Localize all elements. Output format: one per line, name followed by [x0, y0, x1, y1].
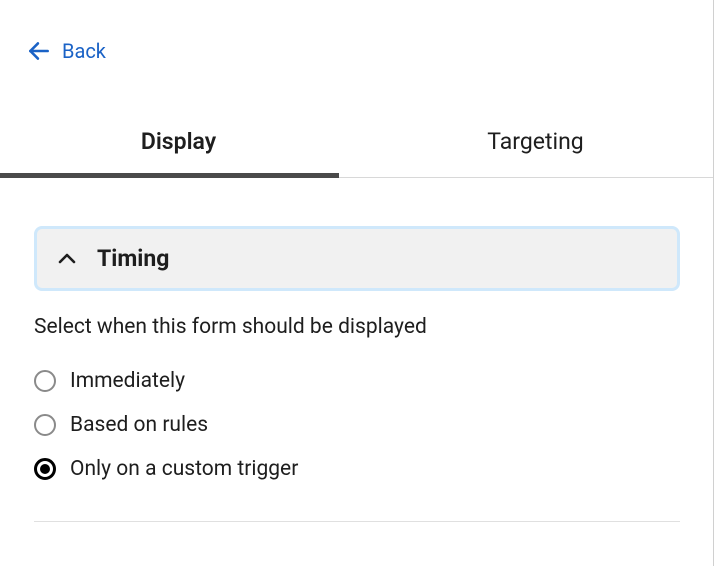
content: Timing Select when this form should be d…	[0, 178, 714, 522]
section-hint: Select when this form should be displaye…	[34, 315, 680, 339]
radio-group-timing: Immediately Based on rules Only on a cus…	[34, 359, 680, 491]
radio-icon	[34, 458, 56, 480]
option-based-on-rules[interactable]: Based on rules	[34, 403, 680, 447]
tabs-container: Display Targeting	[0, 104, 714, 178]
arrow-left-icon	[26, 38, 52, 64]
tab-label: Targeting	[487, 128, 583, 155]
divider	[34, 521, 680, 522]
radio-icon	[34, 370, 56, 392]
option-immediately[interactable]: Immediately	[34, 359, 680, 403]
chevron-up-icon	[55, 247, 79, 271]
section-title: Timing	[97, 245, 169, 272]
back-label: Back	[62, 39, 106, 63]
option-custom-trigger[interactable]: Only on a custom trigger	[34, 447, 680, 491]
radio-icon	[34, 414, 56, 436]
back-button[interactable]: Back	[0, 0, 106, 64]
section-header-timing[interactable]: Timing	[34, 226, 680, 291]
tab-label: Display	[141, 128, 216, 155]
tab-display[interactable]: Display	[0, 104, 357, 177]
option-label: Immediately	[70, 369, 185, 393]
option-label: Based on rules	[70, 413, 208, 437]
option-label: Only on a custom trigger	[70, 457, 298, 481]
tab-targeting[interactable]: Targeting	[357, 104, 714, 177]
